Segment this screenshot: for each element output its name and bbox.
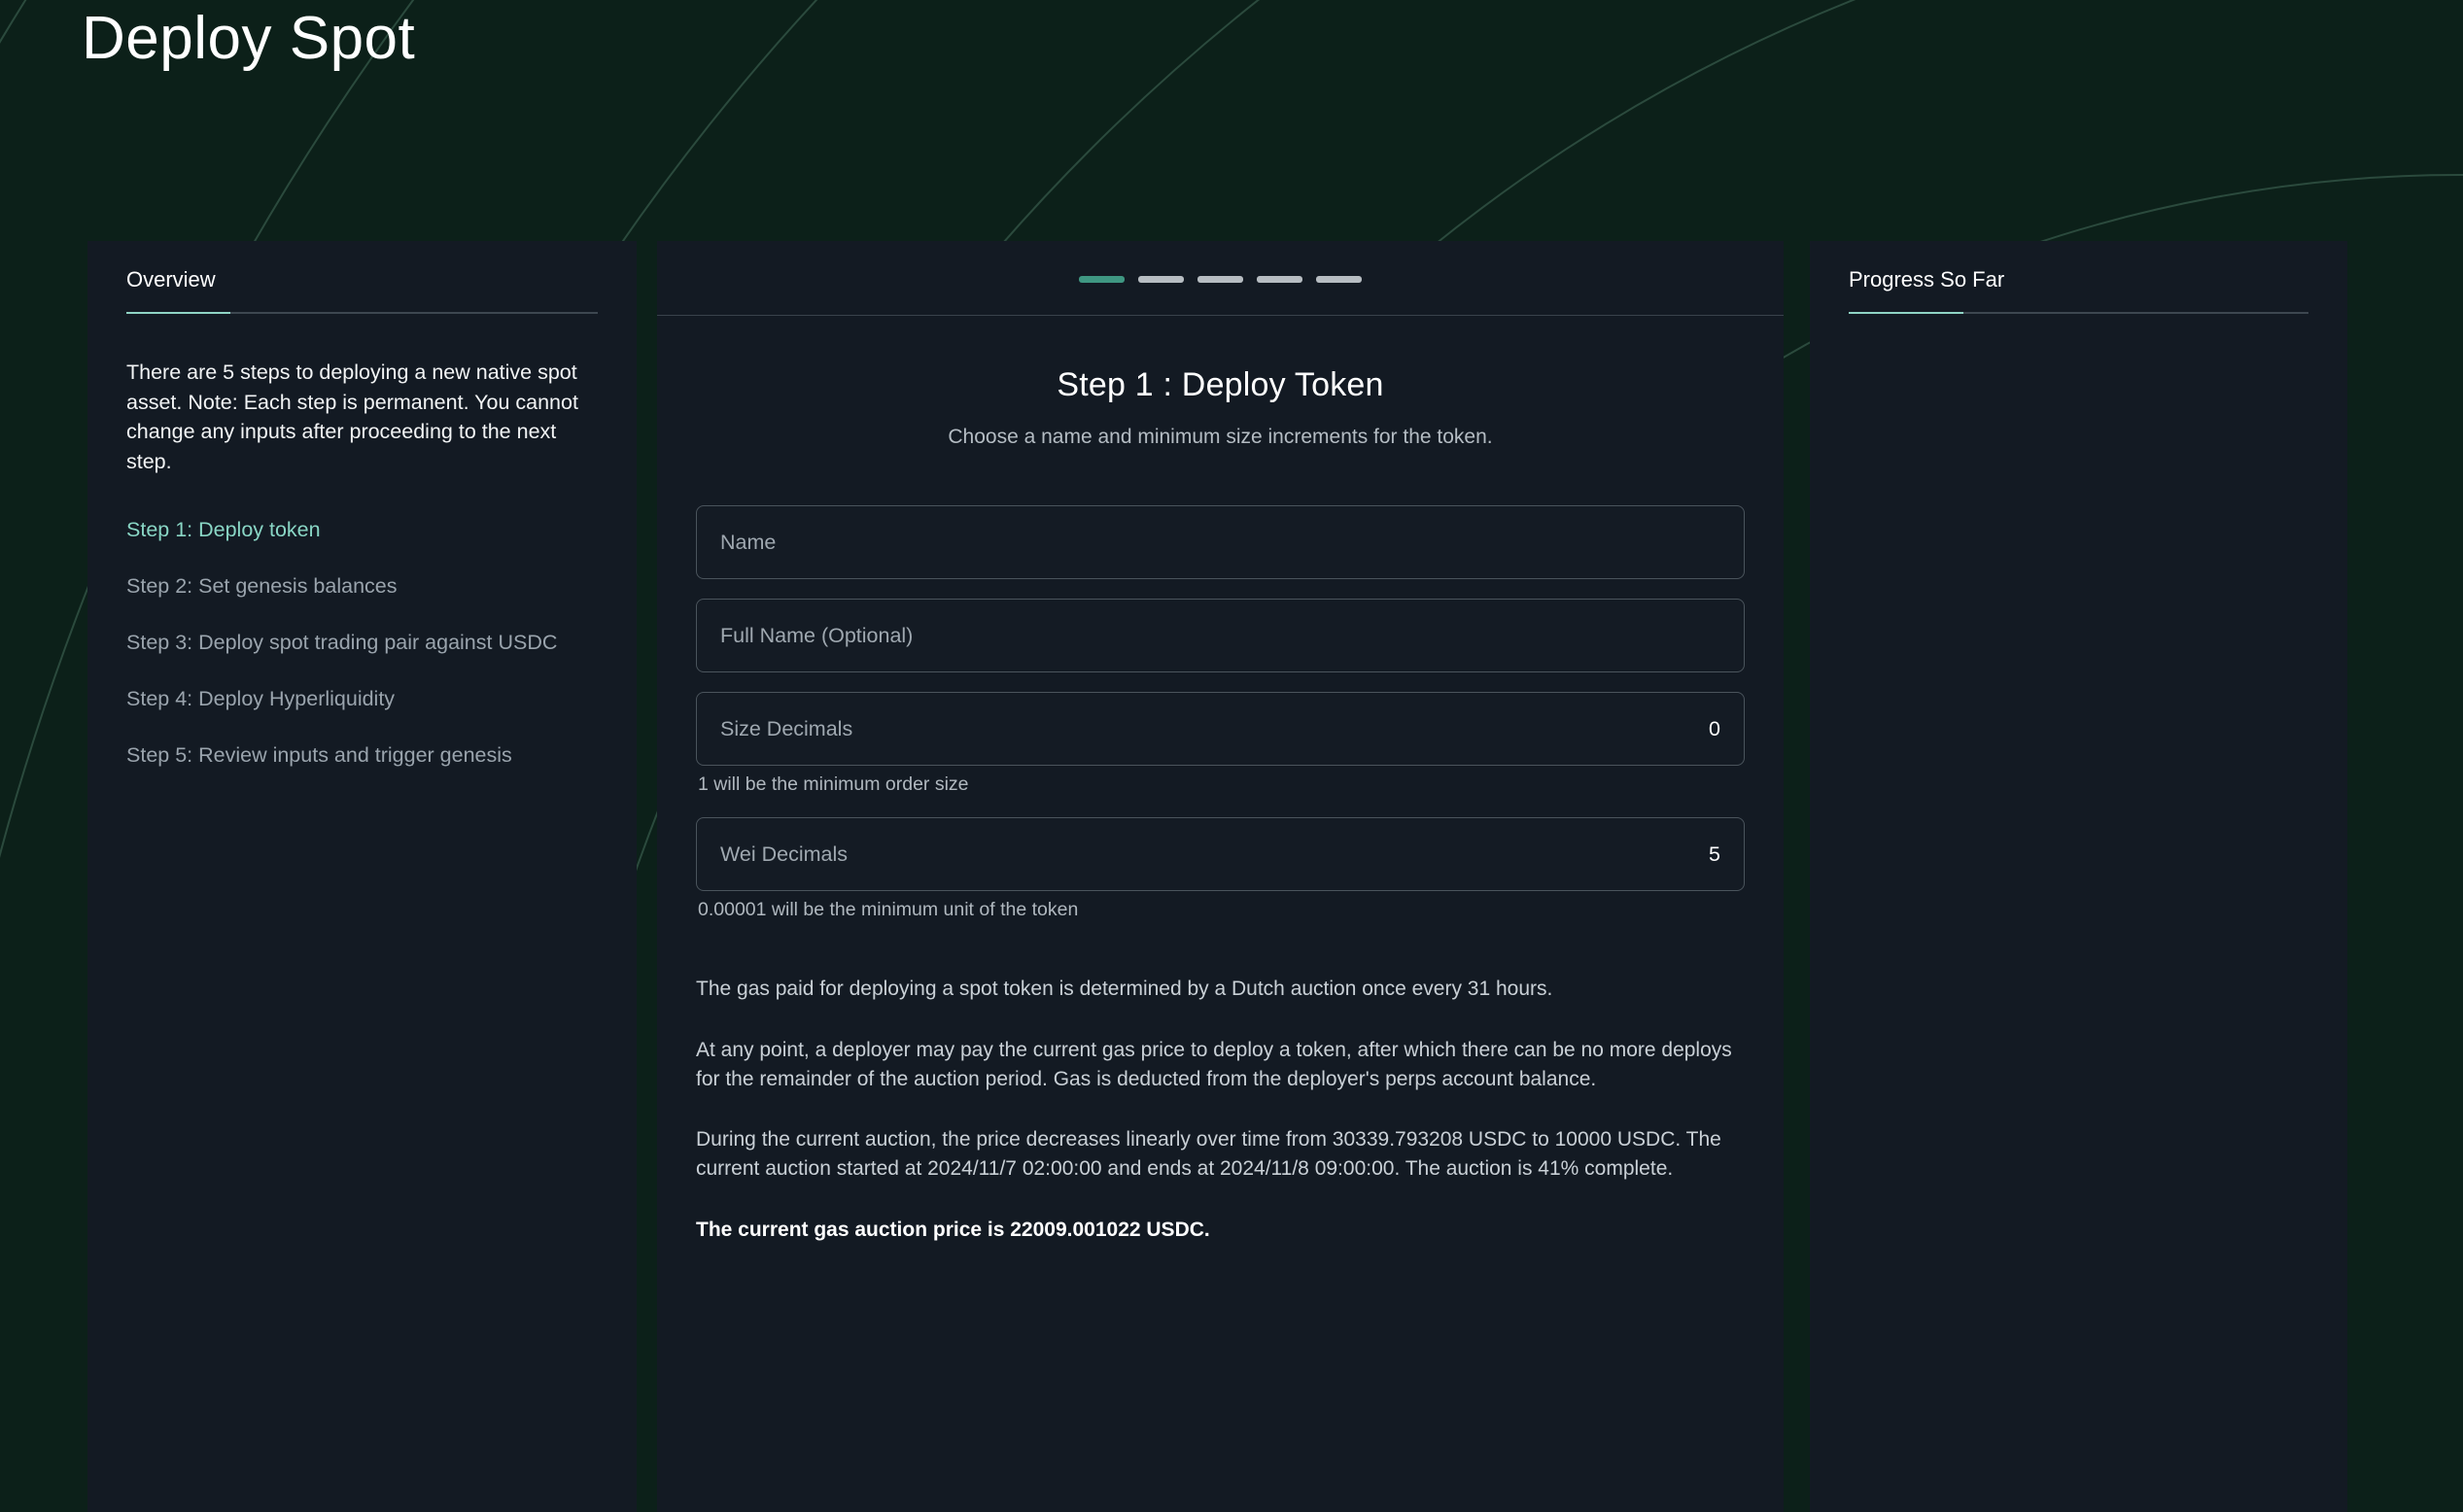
panels-row: Overview There are 5 steps to deploying … [0, 241, 2463, 1512]
progress-tab-underline [1849, 312, 2308, 314]
auction-paragraph-2: At any point, a deployer may pay the cur… [696, 1036, 1745, 1094]
step-form-panel: Step 1 : Deploy Token Choose a name and … [657, 241, 1784, 1512]
overview-body: There are 5 steps to deploying a new nat… [87, 314, 637, 770]
wei-decimals-value: 5 [1709, 842, 1720, 867]
token-form: Name Full Name (Optional) Size Decimals … [696, 505, 1745, 921]
sidebar-item-step-5[interactable]: Step 5: Review inputs and trigger genesi… [126, 742, 598, 770]
tab-progress-so-far[interactable]: Progress So Far [1849, 267, 2004, 312]
sidebar-item-step-1[interactable]: Step 1: Deploy token [126, 517, 598, 544]
sidebar-item-step-2[interactable]: Step 2: Set genesis balances [126, 573, 598, 601]
progress-panel: Progress So Far [1810, 241, 2347, 1512]
progress-tab-header: Progress So Far [1810, 241, 2347, 314]
overview-intro-text: There are 5 steps to deploying a new nat… [126, 358, 583, 476]
name-field-placeholder: Name [720, 531, 776, 555]
header-divider [657, 315, 1784, 316]
name-field[interactable]: Name [696, 505, 1745, 579]
step-title: Step 1 : Deploy Token [696, 366, 1745, 404]
size-decimals-label: Size Decimals [720, 717, 852, 741]
step-bar-1[interactable] [1079, 276, 1125, 283]
step-form-body: Step 1 : Deploy Token Choose a name and … [657, 366, 1784, 1245]
step-bar-3[interactable] [1197, 276, 1243, 283]
sidebar-item-step-3[interactable]: Step 3: Deploy spot trading pair against… [126, 630, 598, 657]
step-bar-4[interactable] [1257, 276, 1302, 283]
auction-paragraph-3: During the current auction, the price de… [696, 1125, 1745, 1184]
size-decimals-field[interactable]: Size Decimals 0 [696, 692, 1745, 766]
page-title: Deploy Spot [82, 4, 415, 73]
full-name-field[interactable]: Full Name (Optional) [696, 599, 1745, 672]
size-decimals-value: 0 [1709, 717, 1720, 741]
overview-panel: Overview There are 5 steps to deploying … [87, 241, 637, 1512]
step-progress-indicator [657, 241, 1784, 283]
tab-underline [126, 312, 598, 314]
wei-decimals-hint: 0.00001 will be the minimum unit of the … [698, 899, 1745, 921]
overview-tab-header: Overview [87, 241, 637, 314]
sidebar-item-step-4[interactable]: Step 4: Deploy Hyperliquidity [126, 686, 598, 713]
auction-info: The gas paid for deploying a spot token … [696, 975, 1745, 1245]
full-name-field-placeholder: Full Name (Optional) [720, 624, 913, 648]
progress-body [1810, 314, 2347, 358]
step-bar-5[interactable] [1316, 276, 1362, 283]
current-gas-auction-price: The current gas auction price is 22009.0… [696, 1216, 1745, 1245]
size-decimals-hint: 1 will be the minimum order size [698, 773, 1745, 796]
step-bar-2[interactable] [1138, 276, 1184, 283]
wei-decimals-label: Wei Decimals [720, 842, 848, 867]
step-subtitle: Choose a name and minimum size increment… [696, 426, 1745, 449]
tab-overview[interactable]: Overview [126, 267, 216, 312]
auction-paragraph-1: The gas paid for deploying a spot token … [696, 975, 1745, 1004]
wei-decimals-field[interactable]: Wei Decimals 5 [696, 817, 1745, 891]
